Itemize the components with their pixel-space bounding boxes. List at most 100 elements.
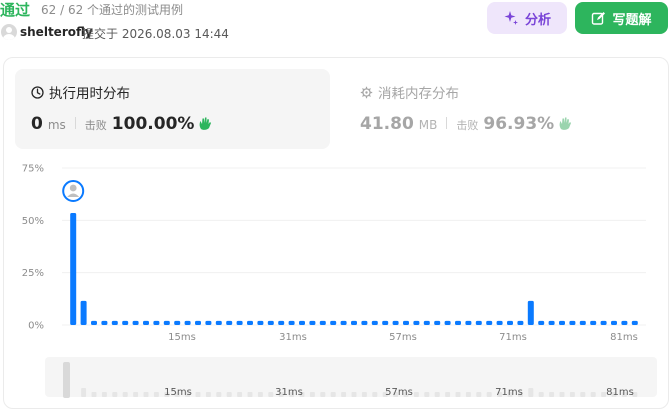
chart-bar[interactable] xyxy=(195,320,201,325)
chart-bar[interactable] xyxy=(70,213,77,325)
chart-bar[interactable] xyxy=(517,320,524,325)
chart-bar[interactable] xyxy=(559,320,565,325)
chart-bar[interactable] xyxy=(423,320,430,325)
chart-bar[interactable] xyxy=(548,320,555,325)
minimap-bar xyxy=(569,392,575,397)
avatar[interactable] xyxy=(1,24,17,40)
chart-bar[interactable] xyxy=(226,320,233,325)
chart-bar[interactable] xyxy=(590,320,597,325)
y-tick-label: 25% xyxy=(22,268,44,279)
memory-value: 41.80 xyxy=(360,114,414,134)
chart-bar[interactable] xyxy=(267,320,274,325)
runtime-card[interactable]: 执行用时分布 0 ms 击败 100.00% xyxy=(15,69,330,149)
minimap-bar xyxy=(320,392,326,397)
range-slider[interactable] xyxy=(45,357,657,397)
chart-bar[interactable] xyxy=(80,300,87,325)
minimap-bar xyxy=(434,392,440,397)
chart-bar[interactable] xyxy=(631,320,638,325)
y-tick-label: 75% xyxy=(22,164,44,175)
minimap-bar xyxy=(330,392,336,397)
chart-bar[interactable] xyxy=(153,320,160,325)
minimap-bar xyxy=(549,392,555,397)
chart-bar[interactable] xyxy=(205,320,212,325)
chart-bar[interactable] xyxy=(309,320,316,325)
chart-bar[interactable] xyxy=(299,320,305,325)
minimap-label: 57ms xyxy=(385,387,413,398)
chart-bar[interactable] xyxy=(143,320,149,325)
chart-bar[interactable] xyxy=(330,320,337,325)
chart-bar[interactable] xyxy=(111,320,118,325)
minimap-bar xyxy=(268,392,274,397)
analyze-button[interactable]: 分析 xyxy=(487,2,567,34)
minimap-label: 81ms xyxy=(606,387,634,398)
chart-bar[interactable] xyxy=(340,320,347,325)
chart-bar[interactable] xyxy=(371,320,378,325)
divider xyxy=(446,117,448,129)
chart-bar[interactable] xyxy=(319,320,326,325)
edit-icon xyxy=(592,11,606,25)
minimap-bar xyxy=(455,392,461,397)
minimap-bar xyxy=(341,392,347,397)
chart-bar[interactable] xyxy=(434,320,441,325)
chart-bar[interactable] xyxy=(496,320,503,325)
chart-bar[interactable] xyxy=(247,320,253,325)
divider xyxy=(74,117,76,129)
chart-bar[interactable] xyxy=(257,320,264,325)
range-handle-left[interactable] xyxy=(63,362,70,398)
minimap-bar xyxy=(133,392,139,397)
minimap-bar xyxy=(372,392,378,397)
chart-bar[interactable] xyxy=(538,320,545,325)
write-solution-button[interactable]: 写题解 xyxy=(575,2,668,34)
chart-bar[interactable] xyxy=(413,320,420,325)
chart-bar[interactable] xyxy=(382,320,389,325)
chart-bar[interactable] xyxy=(600,320,607,325)
minimap-bar xyxy=(153,392,159,397)
runtime-unit: ms xyxy=(47,118,66,132)
minimap-bar xyxy=(351,392,357,397)
chart-bar[interactable] xyxy=(455,320,461,325)
chart-bar[interactable] xyxy=(278,320,285,325)
chart-bar[interactable] xyxy=(507,320,513,325)
chart-bar[interactable] xyxy=(122,320,129,325)
chart-bar[interactable] xyxy=(101,320,108,325)
minimap-bar xyxy=(205,392,211,397)
chart-bar[interactable] xyxy=(215,320,222,325)
minimap-label: 31ms xyxy=(275,387,303,398)
minimap-bar xyxy=(101,392,107,397)
memory-unit: MB xyxy=(418,118,438,132)
minimap-bar xyxy=(81,388,87,397)
chart-bar[interactable] xyxy=(91,320,97,325)
minimap-bar xyxy=(413,392,419,397)
chart-bar[interactable] xyxy=(236,320,243,325)
chart-bar[interactable] xyxy=(611,320,617,325)
chart-bar[interactable] xyxy=(392,320,399,325)
chart-bar[interactable] xyxy=(288,320,295,325)
minimap-bar xyxy=(559,392,565,397)
chart-bar[interactable] xyxy=(174,320,181,325)
chart-bar[interactable] xyxy=(569,320,576,325)
chart-bar[interactable] xyxy=(621,320,628,325)
chart-bar[interactable] xyxy=(132,320,139,325)
memory-card[interactable]: 消耗内存分布 41.80 MB 击败 96.93% xyxy=(344,69,659,149)
minimap-bar xyxy=(112,392,118,397)
chart-bar[interactable] xyxy=(361,320,368,325)
chart-bar[interactable] xyxy=(579,320,586,325)
chart-bar[interactable] xyxy=(351,320,357,325)
chart-bar[interactable] xyxy=(184,320,191,325)
chart-bar[interactable] xyxy=(486,320,493,325)
chart-bar[interactable] xyxy=(465,320,472,325)
minimap-bar xyxy=(257,392,263,397)
minimap-bar xyxy=(143,392,149,397)
status-accepted: 通过 xyxy=(0,1,31,19)
minimap-bar xyxy=(247,392,253,397)
chart-bar[interactable] xyxy=(403,320,409,325)
chart-bar[interactable] xyxy=(475,320,482,325)
minimap-bar xyxy=(361,392,367,397)
y-tick-label: 50% xyxy=(22,216,44,227)
chart-bar[interactable] xyxy=(163,320,170,325)
minimap-bar xyxy=(195,392,201,397)
runtime-beat-label: 击败 xyxy=(84,119,107,132)
minimap-bar xyxy=(237,392,243,397)
chart-bar[interactable] xyxy=(527,300,534,325)
chart-bar[interactable] xyxy=(444,320,451,325)
